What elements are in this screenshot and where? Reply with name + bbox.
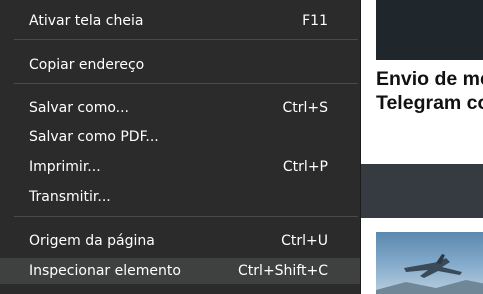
menu-item-shortcut: Ctrl+S [282, 100, 328, 116]
article-headline[interactable]: Envio de men Telegram com [376, 67, 483, 115]
menu-item-label: Imprimir... [29, 159, 101, 175]
article-headline-line-1: Envio de men [376, 68, 483, 90]
menu-item-save-as[interactable]: Salvar como... Ctrl+S [0, 95, 360, 121]
menu-item-label: Transmitir... [29, 189, 111, 205]
menu-item-shortcut: F11 [302, 13, 328, 29]
menu-item-fullscreen[interactable]: Ativar tela cheia F11 [0, 8, 360, 34]
menu-separator [14, 39, 358, 40]
article-thumbnail-bottom[interactable] [376, 232, 483, 294]
menu-item-inspect-element[interactable]: Inspecionar elemento Ctrl+Shift+C [0, 258, 360, 284]
menu-item-cast[interactable]: Transmitir... [0, 184, 360, 210]
menu-item-print[interactable]: Imprimir... Ctrl+P [0, 154, 360, 180]
menu-item-save-as-pdf[interactable]: Salvar como PDF... [0, 124, 360, 150]
menu-item-label: Salvar como... [29, 100, 129, 116]
article-thumbnail-top[interactable] [376, 0, 483, 60]
menu-item-shortcut: Ctrl+Shift+C [238, 263, 328, 279]
aircraft-photo-icon [376, 254, 483, 294]
menu-item-label: Inspecionar elemento [29, 263, 181, 279]
screen: Envio de men Telegram com Ativar tela ch… [0, 0, 483, 294]
menu-item-view-source[interactable]: Origem da página Ctrl+U [0, 228, 360, 254]
menu-separator [14, 83, 358, 84]
article-headline-line-2: Telegram com [376, 92, 483, 114]
menu-item-copy-address[interactable]: Copiar endereço [0, 52, 360, 78]
menu-item-label: Ativar tela cheia [29, 13, 144, 29]
menu-item-shortcut: Ctrl+U [281, 233, 328, 249]
background-web-page: Envio de men Telegram com [361, 0, 483, 294]
menu-item-label: Copiar endereço [29, 57, 145, 73]
menu-item-label: Salvar como PDF... [29, 129, 159, 145]
section-band [361, 164, 483, 218]
menu-separator [14, 216, 358, 217]
context-menu: Ativar tela cheia F11 Copiar endereço Sa… [0, 0, 361, 294]
menu-item-label: Origem da página [29, 233, 155, 249]
menu-item-shortcut: Ctrl+P [282, 159, 328, 175]
